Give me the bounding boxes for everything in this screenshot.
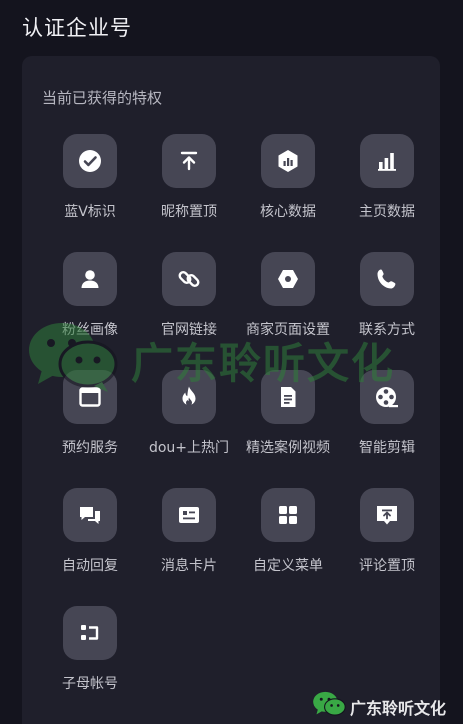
grid-menu-icon <box>261 488 315 542</box>
privilege-item-homepage-data[interactable]: 主页数据 <box>337 134 437 234</box>
privilege-item-merchant-page[interactable]: 商家页面设置 <box>238 252 338 352</box>
privilege-item-sub-account[interactable]: 子母帐号 <box>40 606 140 706</box>
privilege-label: dou+上热门 <box>148 440 230 456</box>
hexagon-settings-icon <box>261 252 315 306</box>
privilege-item-booking[interactable]: 预约服务 <box>40 370 140 470</box>
phone-icon <box>360 252 414 306</box>
privilege-label: 商家页面设置 <box>246 322 330 338</box>
privilege-label: 消息卡片 <box>161 558 217 574</box>
comment-pin-icon <box>360 488 414 542</box>
privileges-panel: 当前已获得的特权 蓝V标识 昵称置顶 核心数据 主页数据 粉丝画像 官网链接 商… <box>22 56 440 724</box>
link-icon <box>162 252 216 306</box>
flame-icon <box>162 370 216 424</box>
user-profile-icon <box>63 252 117 306</box>
privilege-item-case-videos[interactable]: 精选案例视频 <box>238 370 338 470</box>
privilege-item-website-link[interactable]: 官网链接 <box>139 252 239 352</box>
privilege-item-auto-reply[interactable]: 自动回复 <box>40 488 140 588</box>
privilege-item-custom-menu[interactable]: 自定义菜单 <box>238 488 338 588</box>
privilege-label: 自动回复 <box>62 558 118 574</box>
core-data-chart-icon <box>261 134 315 188</box>
privilege-item-smart-edit[interactable]: 智能剪辑 <box>337 370 437 470</box>
privilege-label: 评论置顶 <box>359 558 415 574</box>
privilege-label: 智能剪辑 <box>359 440 415 456</box>
bar-chart-icon <box>360 134 414 188</box>
privilege-label: 昵称置顶 <box>161 204 217 220</box>
checkmark-circle-icon <box>63 134 117 188</box>
privilege-item-blue-v[interactable]: 蓝V标识 <box>40 134 140 234</box>
film-reel-icon <box>360 370 414 424</box>
privilege-label: 自定义菜单 <box>253 558 323 574</box>
page-title: 认证企业号 <box>22 16 132 40</box>
watermark-text: 广东聆听文化 <box>350 699 447 718</box>
privilege-label: 官网链接 <box>161 322 217 338</box>
privilege-item-core-data[interactable]: 核心数据 <box>238 134 338 234</box>
document-icon <box>261 370 315 424</box>
privilege-item-message-card[interactable]: 消息卡片 <box>139 488 239 588</box>
privilege-label: 蓝V标识 <box>64 204 116 220</box>
privilege-label: 预约服务 <box>62 440 118 456</box>
section-title: 当前已获得的特权 <box>42 89 163 107</box>
privilege-label: 子母帐号 <box>62 676 118 692</box>
privilege-item-fan-profile[interactable]: 粉丝画像 <box>40 252 140 352</box>
header: 认证企业号 <box>0 0 463 52</box>
sub-account-icon <box>63 606 117 660</box>
privilege-label: 核心数据 <box>260 204 316 220</box>
privilege-label: 精选案例视频 <box>246 440 330 456</box>
chat-bubbles-icon <box>63 488 117 542</box>
browser-window-icon <box>63 370 117 424</box>
privilege-item-comment-pin[interactable]: 评论置顶 <box>337 488 437 588</box>
privilege-label: 粉丝画像 <box>62 322 118 338</box>
pin-to-top-icon <box>162 134 216 188</box>
privilege-item-nickname-pin[interactable]: 昵称置顶 <box>139 134 239 234</box>
privilege-label: 主页数据 <box>359 204 415 220</box>
wechat-logo-icon <box>313 691 346 716</box>
privilege-item-dou-plus[interactable]: dou+上热门 <box>139 370 239 470</box>
privilege-item-contact[interactable]: 联系方式 <box>337 252 437 352</box>
message-card-icon <box>162 488 216 542</box>
privilege-label: 联系方式 <box>359 322 415 338</box>
